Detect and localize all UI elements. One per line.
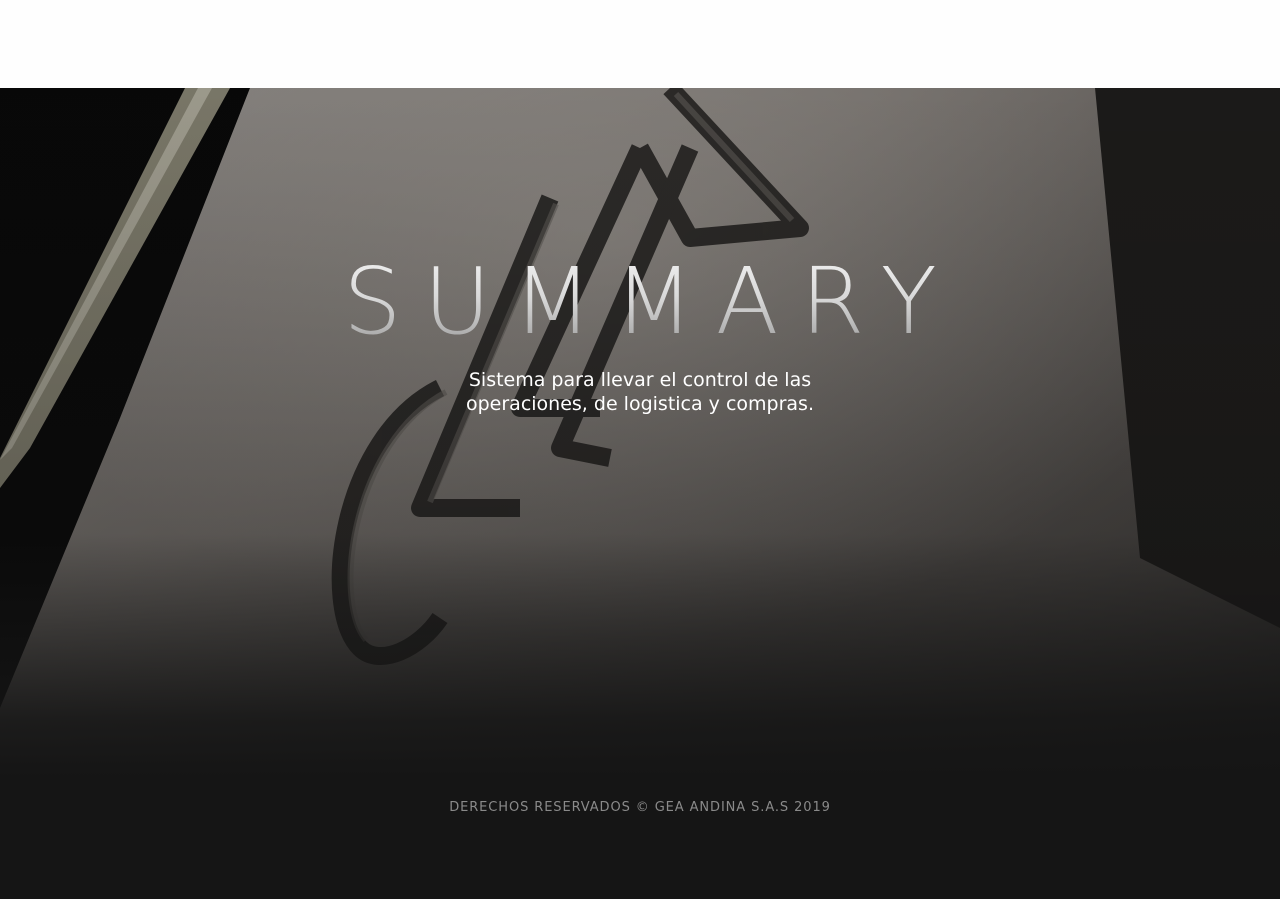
hero-subtitle: Sistema para llevar el control de las op…: [466, 369, 814, 415]
page: SUMMARY Sistema para llevar el control d…: [0, 0, 1280, 899]
hero-title: SUMMARY: [0, 252, 1280, 352]
footer-copyright: DERECHOS RESERVADOS © GEA ANDINA S.A.S 2…: [449, 800, 831, 815]
top-navigation-bar: [0, 0, 1280, 88]
hero-background-image: [0, 88, 1280, 899]
hero-section: SUMMARY Sistema para llevar el control d…: [0, 88, 1280, 899]
